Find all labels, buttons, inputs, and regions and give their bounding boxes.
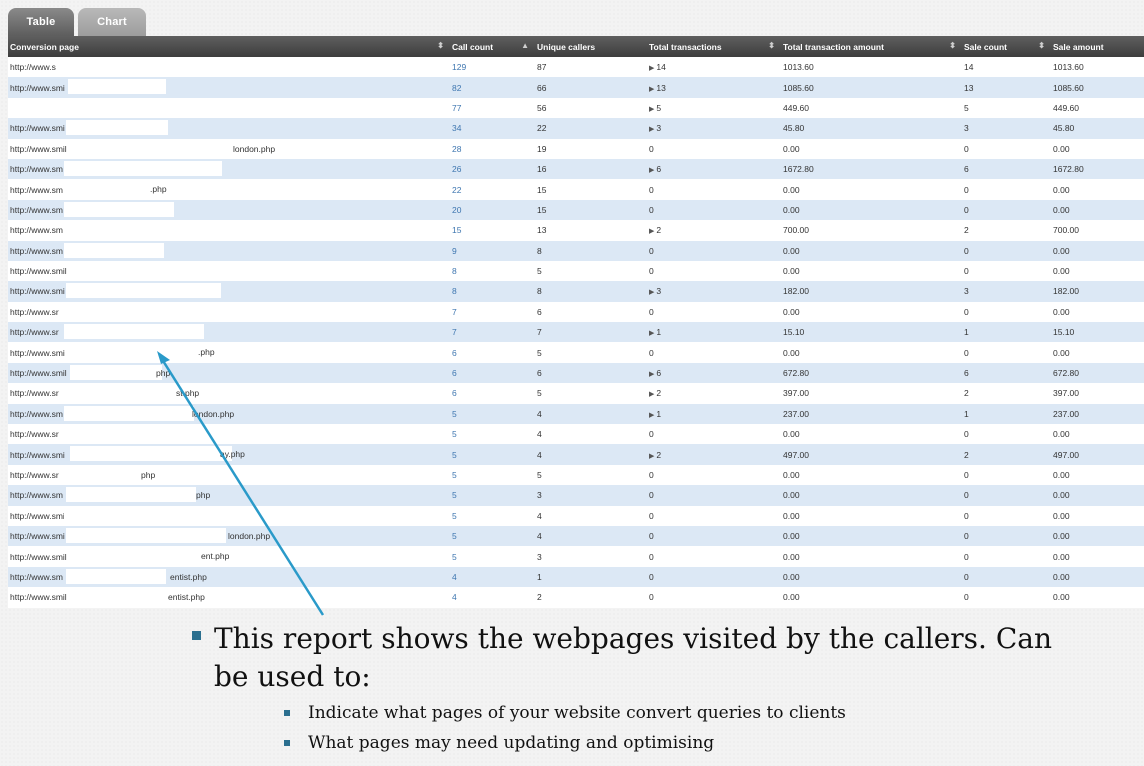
caption-sub-bullet: Indicate what pages of your website conv… (282, 702, 846, 724)
annotation-arrow-line (158, 355, 325, 616)
caption-main-text: This report shows the webpages visited b… (214, 622, 1053, 693)
annotation-arrow-head (157, 351, 170, 364)
caption-main-bullet: This report shows the webpages visited b… (190, 620, 1094, 696)
square-bullet-icon (192, 631, 201, 640)
square-bullet-icon (284, 740, 290, 746)
caption-sub-bullet: What pages may need updating and optimis… (282, 732, 714, 754)
caption-sub-text: What pages may need updating and optimis… (308, 733, 715, 753)
square-bullet-icon (284, 710, 290, 716)
caption-sub-text: Indicate what pages of your website conv… (308, 703, 846, 723)
